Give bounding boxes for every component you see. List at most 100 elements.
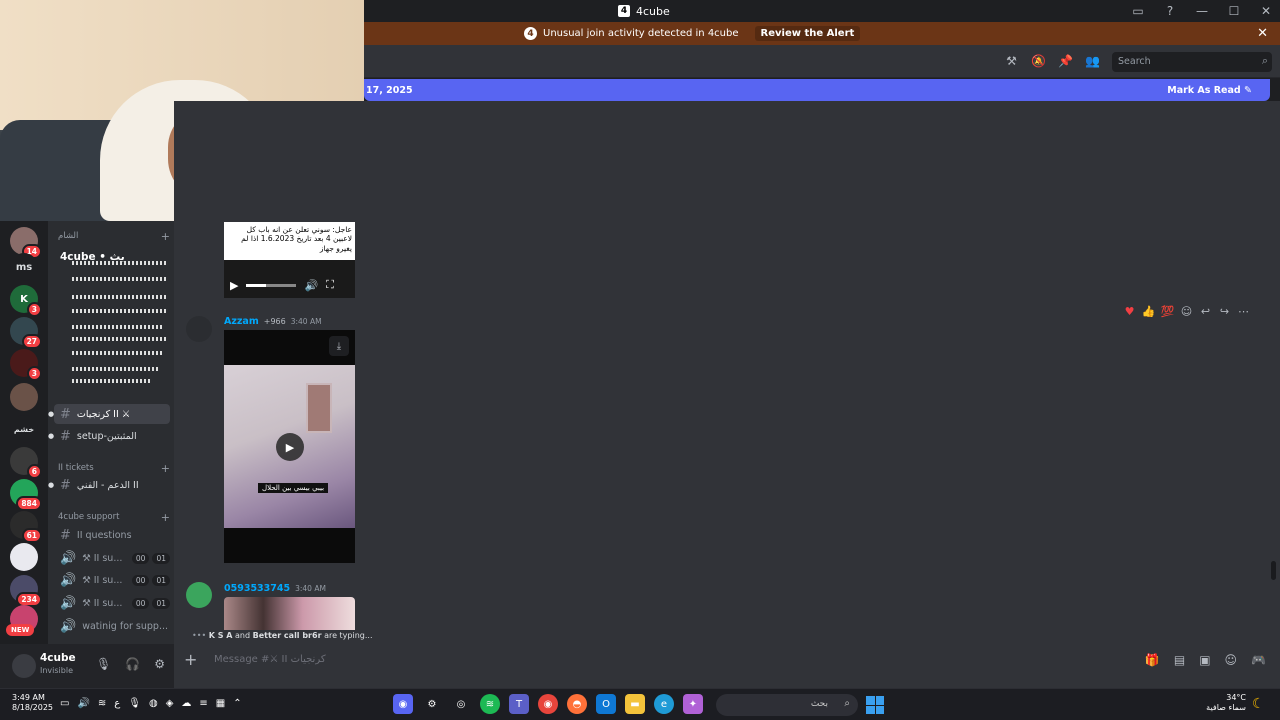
- microphone-icon[interactable]: 🎙: [96, 657, 111, 671]
- voice-channel[interactable]: 🔊 ⚒ II su... 00 01: [54, 593, 170, 613]
- moon-icon: ☾: [1252, 696, 1265, 712]
- avatar[interactable]: [12, 654, 36, 678]
- spotify-app-icon[interactable]: ≋: [480, 694, 500, 714]
- weather-widget[interactable]: 34°C سماء صافية: [1206, 693, 1246, 714]
- heart-icon[interactable]: ♥: [1122, 305, 1137, 318]
- edge-app-icon[interactable]: e: [654, 694, 674, 714]
- minimize-icon[interactable]: —: [1194, 4, 1210, 18]
- server-icon[interactable]: ms: [10, 253, 38, 281]
- tray-app-icon[interactable]: ▦: [216, 698, 225, 709]
- channel-active[interactable]: ● # كرنجيات II ⚔: [48, 404, 170, 424]
- channel-support[interactable]: ● # الدعم - الفني II: [48, 475, 170, 495]
- server-icon[interactable]: 6: [10, 447, 42, 479]
- mic-icon[interactable]: 🎙: [128, 698, 141, 709]
- teams-app-icon[interactable]: T: [509, 694, 529, 714]
- close-window-icon[interactable]: ✕: [1258, 4, 1274, 18]
- forward-icon[interactable]: ↪: [1217, 305, 1232, 318]
- server-icon[interactable]: 14: [10, 227, 42, 259]
- hundred-icon[interactable]: 💯: [1160, 305, 1175, 318]
- emoji-icon[interactable]: ☺: [1225, 653, 1238, 667]
- cloud-icon[interactable]: ☁: [181, 698, 191, 709]
- explorer-app-icon[interactable]: ▬: [625, 694, 645, 714]
- voice-channel[interactable]: 🔊 ⚒ II su... 00 01: [54, 548, 170, 568]
- alert-text: Unusual join activity detected in 4cube: [543, 28, 739, 39]
- unread-bar[interactable]: 17, 2025 Mark As Read ✎: [364, 79, 1270, 101]
- more-icon[interactable]: ⋯: [1236, 305, 1251, 318]
- avatar[interactable]: [186, 582, 212, 608]
- close-alert-icon[interactable]: ✕: [1257, 26, 1268, 41]
- discord-app-icon[interactable]: ◉: [393, 694, 413, 714]
- server-icon[interactable]: [10, 383, 38, 411]
- server-icon[interactable]: 3: [10, 349, 42, 381]
- tray-app-icon[interactable]: ◍: [149, 698, 158, 709]
- avatar[interactable]: [186, 316, 212, 342]
- fullscreen-icon[interactable]: ⛶: [326, 278, 334, 292]
- firefox-app-icon[interactable]: ◓: [567, 694, 587, 714]
- category-header[interactable]: الشام +: [58, 230, 170, 243]
- thumbs-up-icon[interactable]: 👍: [1141, 305, 1156, 318]
- server-icon[interactable]: خشم: [10, 415, 38, 443]
- voice-channel-waiting[interactable]: 🔊 watinig for supp...: [54, 616, 170, 636]
- hammer-icon[interactable]: ⚒: [1004, 54, 1019, 68]
- video-attachment[interactable]: ⤓ ▶ بيبي بيسي بين الحلال: [224, 330, 355, 563]
- github-app-icon[interactable]: ◎: [451, 694, 471, 714]
- server-icon[interactable]: 884: [10, 479, 42, 511]
- download-icon[interactable]: ⤓: [329, 336, 349, 356]
- speaker-icon[interactable]: 🔊: [77, 698, 89, 709]
- copilot-app-icon[interactable]: ✦: [683, 694, 703, 714]
- tray-app-icon[interactable]: ◈: [166, 698, 174, 709]
- maximize-icon[interactable]: ☐: [1226, 4, 1242, 18]
- settings-gear-icon[interactable]: ⚙: [154, 657, 165, 671]
- garbled-text: [72, 337, 168, 341]
- tray-app-icon[interactable]: ≡: [199, 698, 207, 709]
- chrome-app-icon[interactable]: ◉: [538, 694, 558, 714]
- chevron-up-icon[interactable]: ⌃: [233, 698, 241, 709]
- help-icon[interactable]: ?: [1162, 4, 1178, 18]
- video-caption: بيبي بيسي بين الحلال: [258, 483, 329, 493]
- gif-icon[interactable]: ▤: [1174, 653, 1185, 667]
- scrollbar[interactable]: [1271, 561, 1276, 580]
- volume-icon[interactable]: 🔊: [304, 279, 318, 292]
- server-icon[interactable]: 61: [10, 511, 42, 543]
- server-icon[interactable]: K3: [10, 285, 42, 317]
- reply-icon[interactable]: ↩: [1198, 305, 1213, 318]
- volume-slider[interactable]: [246, 283, 297, 287]
- play-button-icon[interactable]: ▶: [276, 433, 304, 461]
- mark-as-read-button[interactable]: Mark As Read ✎: [1167, 85, 1252, 96]
- category-support[interactable]: 4cube support +: [58, 511, 170, 524]
- category-tickets[interactable]: II tickets +: [58, 462, 170, 475]
- language-icon[interactable]: ع: [114, 698, 120, 709]
- members-icon[interactable]: 👥: [1085, 54, 1100, 68]
- search-input[interactable]: Search ⌕: [1112, 52, 1272, 72]
- sticker-icon[interactable]: ▣: [1199, 653, 1210, 667]
- review-alert-button[interactable]: Review the Alert: [754, 26, 861, 41]
- inbox-icon[interactable]: ▭: [1130, 4, 1146, 18]
- post-image[interactable]: عاجل: سوني تعلن عن انه باب كل لاعبين 4 ب…: [224, 222, 355, 298]
- outlook-app-icon[interactable]: O: [596, 694, 616, 714]
- battery-icon[interactable]: ▭: [60, 698, 69, 709]
- bell-slash-icon[interactable]: 🔕: [1031, 54, 1046, 68]
- channel-questions[interactable]: # II questions: [54, 525, 170, 545]
- pin-icon[interactable]: 📌: [1058, 54, 1073, 68]
- server-icon[interactable]: 234: [10, 575, 42, 607]
- headphones-icon[interactable]: 🎧: [125, 657, 140, 671]
- server-icon[interactable]: 27: [10, 317, 42, 349]
- play-icon[interactable]: ▶: [230, 279, 238, 292]
- wifi-icon[interactable]: ≋: [98, 698, 106, 709]
- channel-setup[interactable]: ● # setup-المثبتين: [48, 426, 170, 446]
- image-attachment[interactable]: [224, 597, 355, 630]
- add-reaction-icon[interactable]: ☺: [1179, 305, 1194, 318]
- author-name[interactable]: 0593533745: [224, 583, 290, 594]
- game-controller-icon[interactable]: 🎮: [1251, 653, 1266, 667]
- clock[interactable]: 3:49 AM 8/18/2025: [12, 693, 53, 714]
- taskbar-search[interactable]: بحث ⌕: [716, 694, 858, 716]
- settings-app-icon[interactable]: ⚙: [422, 694, 442, 714]
- gift-icon[interactable]: 🎁: [1145, 653, 1160, 667]
- voice-channel[interactable]: 🔊 ⚒ II su... 00 01: [54, 570, 170, 590]
- message-input[interactable]: Message #⚔ II كرنجيات: [214, 654, 326, 665]
- new-badge[interactable]: NEW: [6, 624, 35, 636]
- windows-start-icon[interactable]: [866, 696, 884, 714]
- author-name[interactable]: Azzam: [224, 316, 259, 327]
- attach-plus-icon[interactable]: +: [184, 650, 197, 669]
- server-icon[interactable]: [10, 543, 38, 571]
